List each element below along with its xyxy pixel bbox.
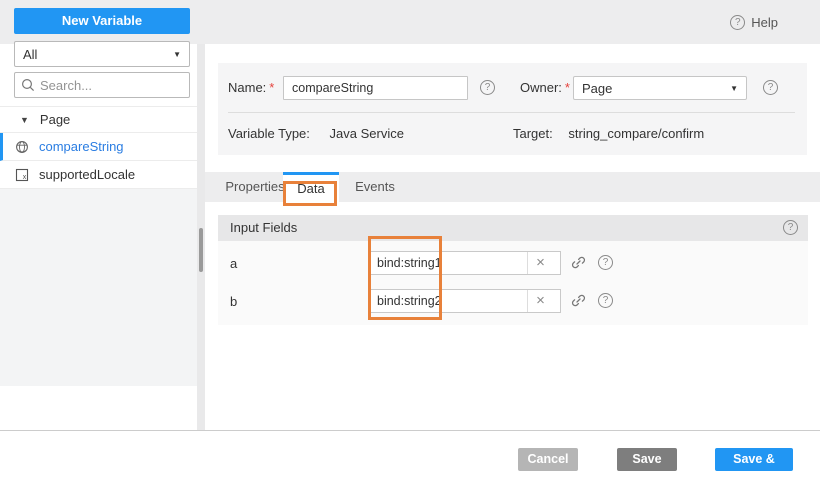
bind-field-b[interactable]: ×	[368, 289, 561, 313]
variable-box-icon: x	[15, 168, 29, 182]
clear-icon[interactable]: ×	[527, 252, 553, 274]
field-name-a: a	[230, 252, 237, 276]
input-fields-title: Input Fields	[230, 215, 297, 241]
tree-group-page[interactable]: ▼ Page	[0, 106, 197, 133]
search-input[interactable]	[40, 78, 170, 93]
chevron-down-icon: ▼	[173, 50, 181, 59]
help-label: Help	[751, 15, 778, 30]
tree-item-supportedlocale[interactable]: x supportedLocale	[0, 161, 197, 189]
bind-input-a[interactable]	[369, 256, 527, 270]
input-fields-help-icon[interactable]: ?	[783, 220, 798, 235]
owner-label: Owner:*	[520, 76, 570, 100]
owner-selected-value: Page	[582, 81, 612, 96]
variable-type-value: Java Service	[330, 126, 404, 141]
target-row: Target: string_compare/confirm	[513, 121, 704, 147]
help-button[interactable]: ? Help	[730, 0, 778, 44]
input-fields-panel: Input Fields ? a × ? b × ?	[218, 215, 808, 325]
field-a-help-icon[interactable]: ?	[598, 255, 613, 270]
save-button[interactable]: Save	[617, 448, 677, 471]
tab-data[interactable]: Data	[283, 172, 339, 202]
required-asterisk: *	[565, 80, 570, 95]
variables-tree: ▼ Page compareString x supportedLocale	[0, 106, 197, 189]
tree-item-label: compareString	[39, 139, 124, 154]
tree-item-comparestring[interactable]: compareString	[0, 133, 197, 161]
field-b-help-icon[interactable]: ?	[598, 293, 613, 308]
bind-field-a[interactable]: ×	[368, 251, 561, 275]
clear-icon[interactable]: ×	[527, 290, 553, 312]
new-variable-button[interactable]: New Variable	[14, 8, 190, 34]
required-asterisk: *	[269, 80, 274, 95]
tab-properties[interactable]: Properties	[221, 172, 289, 202]
field-name-b: b	[230, 290, 237, 314]
name-label: Name:*	[228, 76, 274, 100]
filter-selected-value: All	[23, 47, 37, 62]
footer-divider	[0, 430, 820, 431]
owner-help-icon[interactable]: ?	[763, 80, 778, 95]
target-value: string_compare/confirm	[568, 126, 704, 141]
owner-select[interactable]: Page ▼	[573, 76, 747, 100]
search-box[interactable]	[14, 72, 190, 98]
tab-events[interactable]: Events	[349, 172, 401, 202]
variable-filter-select[interactable]: All ▼	[14, 41, 190, 67]
save-and-close-button[interactable]: Save & Close	[715, 448, 793, 471]
variable-type-row: Variable Type: Java Service	[228, 121, 404, 147]
sidebar-scrollbar-thumb[interactable]	[199, 228, 203, 272]
link-binding-icon[interactable]	[570, 254, 588, 272]
cancel-button[interactable]: Cancel	[518, 448, 578, 471]
input-fields-header: Input Fields ?	[218, 215, 808, 241]
variable-type-label: Variable Type:	[228, 126, 310, 141]
sidebar-empty-area	[0, 189, 197, 386]
search-icon	[21, 78, 35, 92]
svg-text:x: x	[23, 174, 27, 181]
chevron-down-icon: ▼	[730, 84, 738, 93]
name-help-icon[interactable]: ?	[480, 80, 495, 95]
caret-down-icon: ▼	[20, 115, 29, 125]
name-input[interactable]	[283, 76, 468, 100]
tab-bar: Properties Data Events	[205, 172, 820, 202]
variable-form-panel: Name:* ? Owner:* Page ▼ ? Variable Type:…	[218, 63, 807, 155]
tree-item-label: supportedLocale	[39, 167, 135, 182]
bind-input-b[interactable]	[369, 294, 527, 308]
globe-service-icon	[15, 140, 29, 154]
tree-group-label: Page	[40, 112, 70, 127]
link-binding-icon[interactable]	[570, 292, 588, 310]
help-icon: ?	[730, 15, 745, 30]
form-divider	[228, 112, 795, 113]
target-label: Target:	[513, 126, 553, 141]
